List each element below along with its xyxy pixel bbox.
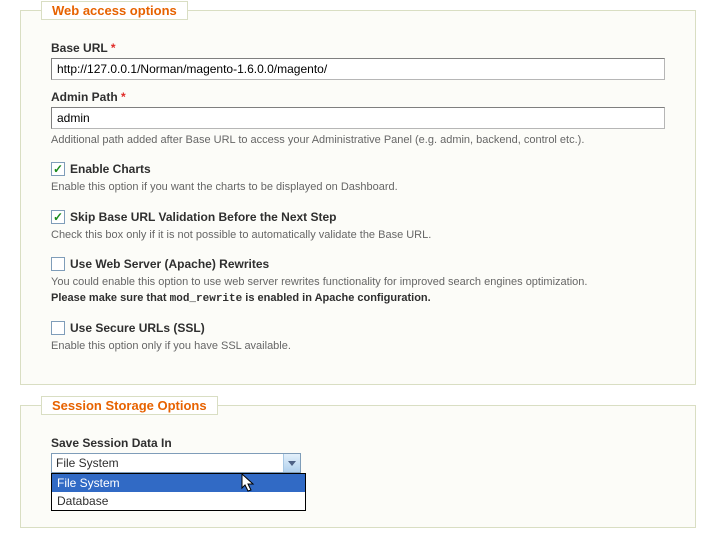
- base-url-row: Base URL *: [51, 41, 665, 80]
- base-url-input[interactable]: [51, 58, 665, 80]
- save-session-select-wrap: File System File System Database: [51, 453, 301, 473]
- enable-charts-hint: Enable this option if you want the chart…: [51, 180, 665, 195]
- save-session-dropdown: File System Database: [51, 473, 306, 511]
- chevron-down-icon: [283, 454, 300, 472]
- rewrites-checkbox[interactable]: [51, 257, 65, 271]
- required-mark: *: [111, 41, 116, 55]
- rewrites-row: Use Web Server (Apache) Rewrites: [51, 257, 665, 271]
- admin-path-row: Admin Path *: [51, 90, 665, 129]
- admin-path-label: Admin Path *: [51, 90, 665, 104]
- web-access-legend: Web access options: [41, 1, 188, 20]
- ssl-row: Use Secure URLs (SSL): [51, 321, 665, 335]
- rewrites-hint: You could enable this option to use web …: [51, 275, 665, 307]
- save-session-label: Save Session Data In: [51, 436, 665, 450]
- admin-path-hint: Additional path added after Base URL to …: [51, 133, 665, 148]
- enable-charts-checkbox[interactable]: [51, 162, 65, 176]
- admin-path-label-text: Admin Path: [51, 90, 118, 104]
- rewrites-hint-code: mod_rewrite: [170, 293, 243, 305]
- ssl-checkbox[interactable]: [51, 321, 65, 335]
- admin-path-input[interactable]: [51, 107, 665, 129]
- web-access-options-fieldset: Web access options Base URL * Admin Path…: [20, 10, 696, 385]
- skip-validation-row: Skip Base URL Validation Before the Next…: [51, 210, 665, 224]
- dropdown-option-file-system[interactable]: File System: [52, 474, 305, 492]
- dropdown-option-database[interactable]: Database: [52, 492, 305, 510]
- rewrites-label[interactable]: Use Web Server (Apache) Rewrites: [70, 257, 269, 271]
- ssl-hint: Enable this option only if you have SSL …: [51, 339, 665, 354]
- save-session-row: Save Session Data In File System File Sy…: [51, 436, 665, 473]
- enable-charts-row: Enable Charts: [51, 162, 665, 176]
- rewrites-hint-pre: You could enable this option to use web …: [51, 276, 587, 288]
- skip-validation-hint: Check this box only if it is not possibl…: [51, 228, 665, 243]
- session-storage-legend: Session Storage Options: [41, 396, 218, 415]
- rewrites-hint-bold2: is enabled in Apache configuration.: [242, 292, 430, 304]
- save-session-selected-value: File System: [56, 456, 119, 470]
- base-url-label: Base URL *: [51, 41, 665, 55]
- base-url-label-text: Base URL: [51, 41, 107, 55]
- required-mark: *: [121, 90, 126, 104]
- skip-validation-checkbox[interactable]: [51, 210, 65, 224]
- save-session-select[interactable]: File System: [51, 453, 301, 473]
- session-storage-fieldset: Session Storage Options Save Session Dat…: [20, 405, 696, 528]
- skip-validation-label[interactable]: Skip Base URL Validation Before the Next…: [70, 210, 337, 224]
- enable-charts-label[interactable]: Enable Charts: [70, 162, 151, 176]
- rewrites-hint-bold1: Please make sure that: [51, 292, 170, 304]
- ssl-label[interactable]: Use Secure URLs (SSL): [70, 321, 205, 335]
